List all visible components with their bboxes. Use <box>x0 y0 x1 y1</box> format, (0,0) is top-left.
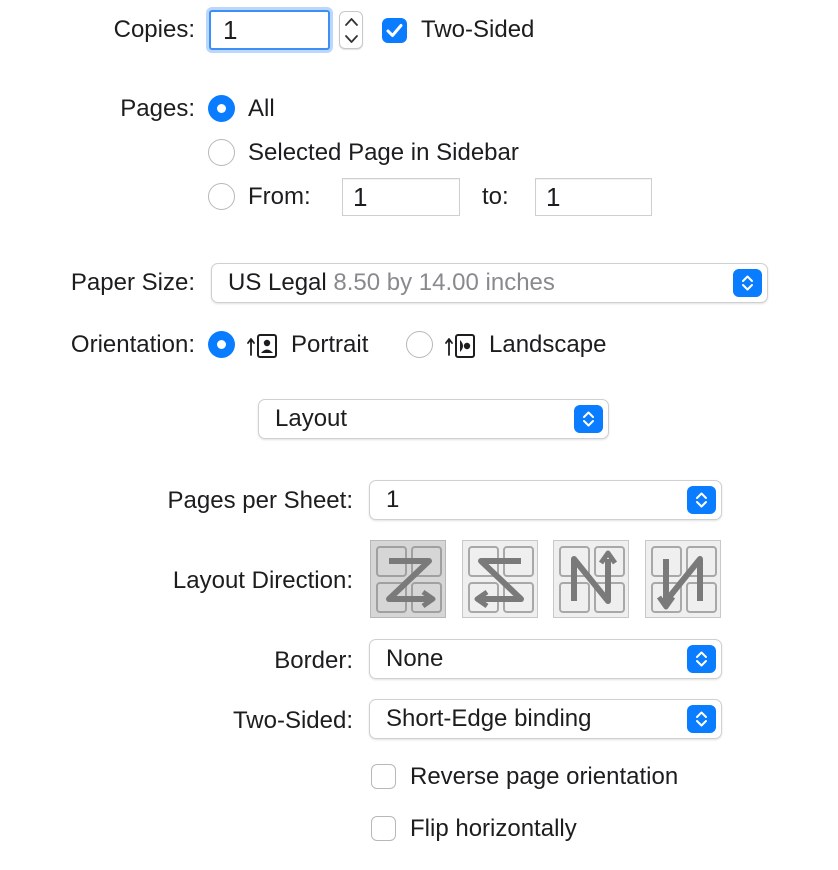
z-left-to-right-icon <box>376 546 442 613</box>
paper-size-label: Paper Size: <box>70 269 195 296</box>
orientation-portrait-radio[interactable] <box>208 331 235 358</box>
pages-to-input[interactable]: 1 <box>535 178 652 216</box>
layout-direction-n-right[interactable] <box>645 540 721 618</box>
two-sided-label: Two-Sided <box>421 16 535 43</box>
pages-per-sheet-value: 1 <box>386 486 400 513</box>
pages-per-sheet-popup[interactable]: 1 <box>369 480 722 520</box>
two-sided-binding-value: Short-Edge binding <box>386 705 592 732</box>
copies-label: Copies: <box>113 16 195 43</box>
pages-selected-radio[interactable] <box>208 139 235 166</box>
border-value: None <box>386 645 444 672</box>
landscape-icon <box>445 334 475 358</box>
layout-direction-z-ltr[interactable] <box>370 540 446 618</box>
popup-arrows-icon <box>733 269 762 297</box>
two-sided-binding-label: Two-Sided: <box>232 707 353 734</box>
layout-direction-n-left[interactable] <box>553 540 629 618</box>
pages-label: Pages: <box>120 95 195 122</box>
border-popup[interactable]: None <box>369 639 722 679</box>
reverse-page-orientation-label: Reverse page orientation <box>410 763 679 790</box>
copies-input[interactable]: 1 <box>209 10 330 50</box>
pages-from-label: From: <box>248 183 311 210</box>
paper-size-value: US Legal <box>228 269 327 296</box>
border-label: Border: <box>274 647 353 674</box>
two-sided-binding-popup[interactable]: Short-Edge binding <box>369 699 722 739</box>
flip-horizontally-checkbox[interactable] <box>371 816 396 841</box>
portrait-icon <box>247 334 277 358</box>
pages-from-radio[interactable] <box>208 183 235 210</box>
chevron-up-icon[interactable] <box>344 16 359 28</box>
orientation-landscape-radio[interactable] <box>406 331 433 358</box>
layout-direction-label: Layout Direction: <box>172 567 353 594</box>
layout-direction-z-rtl[interactable] <box>462 540 538 618</box>
checkmark-icon <box>386 24 403 37</box>
section-popup[interactable]: Layout <box>258 399 609 439</box>
n-top-to-bottom-left-icon <box>559 546 625 613</box>
orientation-label: Orientation: <box>70 331 195 358</box>
popup-arrows-icon <box>687 705 716 733</box>
popup-arrows-icon <box>687 486 716 514</box>
n-top-to-bottom-right-icon <box>651 546 717 613</box>
chevron-down-icon[interactable] <box>344 33 359 45</box>
orientation-portrait-label: Portrait <box>291 331 369 358</box>
flip-horizontally-label: Flip horizontally <box>410 815 577 842</box>
pages-per-sheet-label: Pages per Sheet: <box>167 487 353 514</box>
paper-size-detail: 8.50 by 14.00 inches <box>333 269 555 296</box>
two-sided-checkbox[interactable] <box>382 18 407 43</box>
section-popup-value: Layout <box>275 405 348 432</box>
pages-from-input[interactable]: 1 <box>342 178 460 216</box>
orientation-landscape-label: Landscape <box>489 331 607 358</box>
popup-arrows-icon <box>687 645 716 673</box>
pages-to-label: to: <box>482 183 509 210</box>
paper-size-popup[interactable]: US Legal 8.50 by 14.00 inches <box>211 263 768 303</box>
copies-stepper[interactable] <box>339 11 363 49</box>
reverse-page-orientation-checkbox[interactable] <box>371 764 396 789</box>
popup-arrows-icon <box>574 405 603 433</box>
z-right-to-left-icon <box>468 546 534 613</box>
pages-selected-label: Selected Page in Sidebar <box>248 139 519 166</box>
pages-all-radio[interactable] <box>208 95 235 122</box>
pages-all-label: All <box>248 95 275 122</box>
